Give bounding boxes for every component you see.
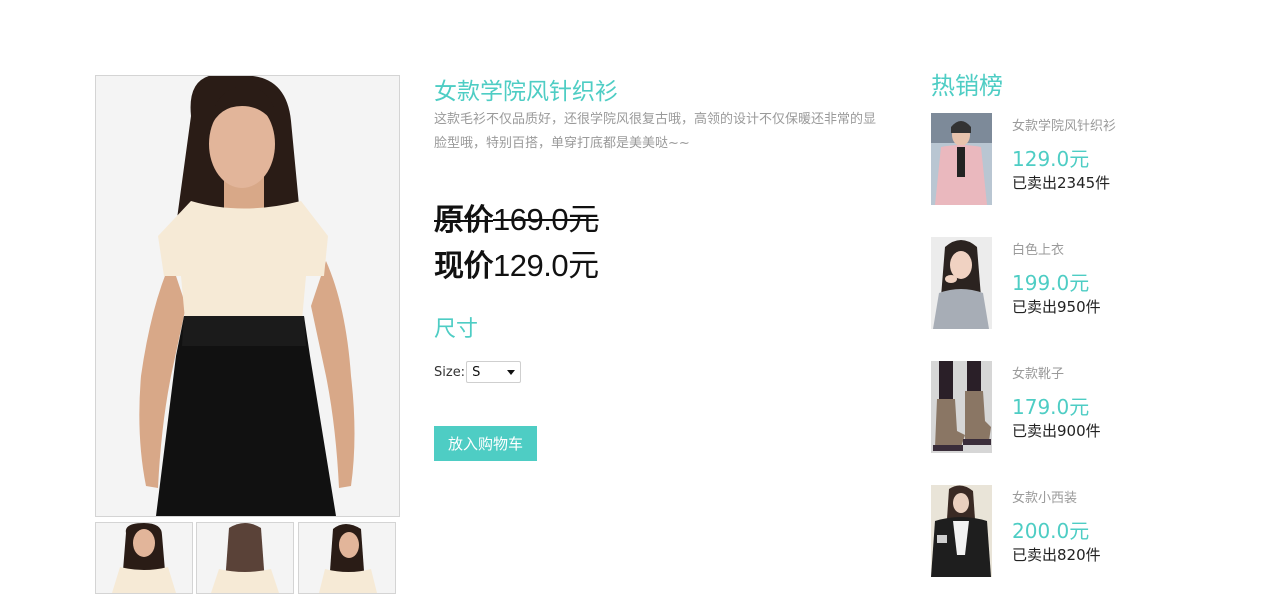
hot-item-name: 白色上衣 — [1012, 243, 1065, 258]
size-selected-value: S — [472, 364, 481, 380]
product-title: 女款学院风针织衫 — [434, 79, 618, 105]
size-label: Size: — [434, 364, 466, 380]
hot-list-item[interactable]: 女款学院风针织衫 129.0元 已卖出2345件 — [931, 113, 1231, 208]
size-heading: 尺寸 — [434, 317, 479, 342]
size-select[interactable]: S — [466, 361, 522, 383]
hot-item-image — [931, 361, 992, 453]
original-price-value: 169.0元 — [493, 202, 599, 237]
size-row: Size: S — [434, 361, 522, 383]
thumbnail-back[interactable] — [196, 522, 294, 594]
hot-list-item[interactable]: 女款靴子 179.0元 已卖出900件 — [931, 361, 1231, 456]
main-product-image — [95, 75, 400, 517]
hot-item-price: 200.0元 — [1012, 519, 1090, 543]
hot-item-image — [931, 485, 992, 577]
add-to-cart-button[interactable]: 放入购物车 — [434, 426, 537, 461]
hot-list-item[interactable]: 白色上衣 199.0元 已卖出950件 — [931, 237, 1231, 332]
product-description: 这款毛衫不仅品质好，还很学院风很复古哦，高领的设计不仅保暖还非常的显脸型哦，特别… — [434, 112, 877, 151]
hot-item-name: 女款靴子 — [1012, 367, 1065, 382]
hot-item-price: 199.0元 — [1012, 271, 1090, 295]
hot-item-name: 女款小西装 — [1012, 491, 1078, 506]
hot-item-sold: 已卖出820件 — [1012, 546, 1101, 564]
hot-item-price: 179.0元 — [1012, 395, 1090, 419]
hot-item-image — [931, 237, 992, 329]
hot-list-item[interactable]: 女款小西装 200.0元 已卖出820件 — [931, 485, 1231, 580]
current-price: 现价129.0元 — [434, 240, 599, 285]
hot-item-image — [931, 113, 992, 205]
hot-item-sold: 已卖出900件 — [1012, 422, 1101, 440]
original-price-label: 原价 — [434, 203, 494, 238]
thumbnail-side[interactable] — [298, 522, 396, 594]
current-price-label: 现价 — [434, 249, 494, 284]
hot-list-title: 热销榜 — [931, 72, 1003, 100]
current-price-value: 129.0元 — [493, 248, 599, 283]
hot-item-name: 女款学院风针织衫 — [1012, 119, 1117, 134]
hot-item-price: 129.0元 — [1012, 147, 1090, 171]
chevron-down-icon — [507, 369, 516, 375]
hot-item-sold: 已卖出950件 — [1012, 298, 1101, 316]
original-price: 原价169.0元 — [434, 194, 599, 239]
hot-item-sold: 已卖出2345件 — [1012, 174, 1111, 192]
thumbnail-front[interactable] — [95, 522, 193, 594]
